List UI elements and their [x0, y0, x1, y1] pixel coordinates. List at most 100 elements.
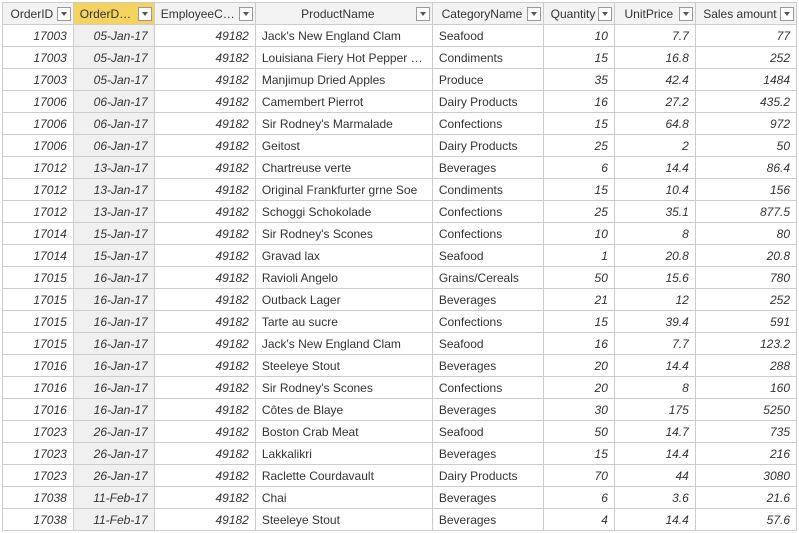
cell-categoryname[interactable]: Beverages [432, 289, 543, 311]
cell-orderid[interactable]: 17015 [3, 267, 74, 289]
cell-orderdate[interactable]: 13-Jan-17 [73, 201, 154, 223]
cell-employeecode[interactable]: 49182 [154, 47, 255, 69]
cell-employeecode[interactable]: 49182 [154, 509, 255, 531]
cell-quantity[interactable]: 30 [544, 399, 615, 421]
cell-unitprice[interactable]: 12 [614, 289, 695, 311]
column-header-salesamount[interactable]: Sales amount [695, 3, 796, 25]
cell-salesamount[interactable]: 77 [695, 25, 796, 47]
cell-orderdate[interactable]: 16-Jan-17 [73, 311, 154, 333]
cell-orderid[interactable]: 17006 [3, 113, 74, 135]
cell-quantity[interactable]: 4 [544, 509, 615, 531]
cell-quantity[interactable]: 16 [544, 333, 615, 355]
filter-dropdown-icon[interactable] [598, 7, 612, 21]
cell-employeecode[interactable]: 49182 [154, 399, 255, 421]
cell-orderid[interactable]: 17006 [3, 135, 74, 157]
column-header-unitprice[interactable]: UnitPrice [614, 3, 695, 25]
cell-orderid[interactable]: 17012 [3, 201, 74, 223]
cell-orderdate[interactable]: 16-Jan-17 [73, 399, 154, 421]
cell-orderid[interactable]: 17016 [3, 399, 74, 421]
cell-employeecode[interactable]: 49182 [154, 443, 255, 465]
cell-orderdate[interactable]: 05-Jan-17 [73, 69, 154, 91]
table-row[interactable]: 1701516-Jan-1749182Outback LagerBeverage… [3, 289, 797, 311]
column-header-orderid[interactable]: OrderID [3, 3, 74, 25]
filter-dropdown-icon[interactable] [780, 7, 794, 21]
cell-salesamount[interactable]: 57.6 [695, 509, 796, 531]
cell-unitprice[interactable]: 8 [614, 377, 695, 399]
cell-employeecode[interactable]: 49182 [154, 201, 255, 223]
cell-employeecode[interactable]: 49182 [154, 355, 255, 377]
table-row[interactable]: 1702326-Jan-1749182LakkalikriBeverages15… [3, 443, 797, 465]
cell-categoryname[interactable]: Seafood [432, 421, 543, 443]
column-header-quantity[interactable]: Quantity [544, 3, 615, 25]
cell-employeecode[interactable]: 49182 [154, 267, 255, 289]
cell-productname[interactable]: Sir Rodney's Scones [255, 223, 432, 245]
cell-unitprice[interactable]: 14.4 [614, 355, 695, 377]
cell-productname[interactable]: Louisiana Fiery Hot Pepper Sauce [255, 47, 432, 69]
cell-unitprice[interactable]: 14.4 [614, 443, 695, 465]
cell-categoryname[interactable]: Confections [432, 201, 543, 223]
cell-orderdate[interactable]: 26-Jan-17 [73, 465, 154, 487]
cell-orderdate[interactable]: 15-Jan-17 [73, 245, 154, 267]
cell-orderid[interactable]: 17038 [3, 487, 74, 509]
cell-productname[interactable]: Chartreuse verte [255, 157, 432, 179]
cell-orderdate[interactable]: 11-Feb-17 [73, 487, 154, 509]
cell-categoryname[interactable]: Condiments [432, 179, 543, 201]
table-row[interactable]: 1701516-Jan-1749182Jack's New England Cl… [3, 333, 797, 355]
cell-orderid[interactable]: 17016 [3, 355, 74, 377]
table-row[interactable]: 1702326-Jan-1749182Boston Crab MeatSeafo… [3, 421, 797, 443]
cell-unitprice[interactable]: 7.7 [614, 333, 695, 355]
cell-orderdate[interactable]: 05-Jan-17 [73, 25, 154, 47]
table-row[interactable]: 1701616-Jan-1749182Côtes de BlayeBeverag… [3, 399, 797, 421]
cell-categoryname[interactable]: Dairy Products [432, 465, 543, 487]
cell-orderid[interactable]: 17023 [3, 421, 74, 443]
table-row[interactable]: 1700606-Jan-1749182Sir Rodney's Marmalad… [3, 113, 797, 135]
cell-orderid[interactable]: 17012 [3, 157, 74, 179]
cell-categoryname[interactable]: Seafood [432, 245, 543, 267]
cell-employeecode[interactable]: 49182 [154, 113, 255, 135]
cell-unitprice[interactable]: 20.8 [614, 245, 695, 267]
cell-orderdate[interactable]: 26-Jan-17 [73, 443, 154, 465]
cell-employeecode[interactable]: 49182 [154, 487, 255, 509]
cell-orderid[interactable]: 17003 [3, 69, 74, 91]
cell-productname[interactable]: Raclette Courdavault [255, 465, 432, 487]
cell-unitprice[interactable]: 42.4 [614, 69, 695, 91]
filter-dropdown-icon[interactable] [138, 7, 152, 21]
cell-quantity[interactable]: 15 [544, 113, 615, 135]
cell-quantity[interactable]: 10 [544, 223, 615, 245]
cell-unitprice[interactable]: 10.4 [614, 179, 695, 201]
cell-unitprice[interactable]: 2 [614, 135, 695, 157]
cell-orderdate[interactable]: 15-Jan-17 [73, 223, 154, 245]
cell-productname[interactable]: Original Frankfurter grne Soe [255, 179, 432, 201]
cell-salesamount[interactable]: 877.5 [695, 201, 796, 223]
cell-employeecode[interactable]: 49182 [154, 333, 255, 355]
cell-orderid[interactable]: 17023 [3, 465, 74, 487]
table-row[interactable]: 1701213-Jan-1749182Original Frankfurter … [3, 179, 797, 201]
cell-categoryname[interactable]: Beverages [432, 509, 543, 531]
cell-employeecode[interactable]: 49182 [154, 465, 255, 487]
cell-employeecode[interactable]: 49182 [154, 135, 255, 157]
cell-productname[interactable]: Camembert Pierrot [255, 91, 432, 113]
table-row[interactable]: 1702326-Jan-1749182Raclette CourdavaultD… [3, 465, 797, 487]
cell-employeecode[interactable]: 49182 [154, 91, 255, 113]
table-row[interactable]: 1701415-Jan-1749182Gravad laxSeafood120.… [3, 245, 797, 267]
cell-orderdate[interactable]: 16-Jan-17 [73, 267, 154, 289]
table-row[interactable]: 1700606-Jan-1749182Camembert PierrotDair… [3, 91, 797, 113]
cell-unitprice[interactable]: 3.6 [614, 487, 695, 509]
table-row[interactable]: 1701516-Jan-1749182Tarte au sucreConfect… [3, 311, 797, 333]
cell-quantity[interactable]: 25 [544, 201, 615, 223]
filter-dropdown-icon[interactable] [679, 7, 693, 21]
table-row[interactable]: 1701516-Jan-1749182Ravioli AngeloGrains/… [3, 267, 797, 289]
cell-unitprice[interactable]: 14.7 [614, 421, 695, 443]
cell-orderid[interactable]: 17006 [3, 91, 74, 113]
cell-categoryname[interactable]: Produce [432, 69, 543, 91]
filter-dropdown-icon[interactable] [416, 7, 430, 21]
cell-orderid[interactable]: 17015 [3, 311, 74, 333]
cell-productname[interactable]: Schoggi Schokolade [255, 201, 432, 223]
cell-orderdate[interactable]: 26-Jan-17 [73, 421, 154, 443]
cell-orderdate[interactable]: 06-Jan-17 [73, 91, 154, 113]
cell-salesamount[interactable]: 216 [695, 443, 796, 465]
cell-employeecode[interactable]: 49182 [154, 223, 255, 245]
cell-orderid[interactable]: 17014 [3, 245, 74, 267]
cell-productname[interactable]: Gravad lax [255, 245, 432, 267]
table-row[interactable]: 1700606-Jan-1749182GeitostDairy Products… [3, 135, 797, 157]
